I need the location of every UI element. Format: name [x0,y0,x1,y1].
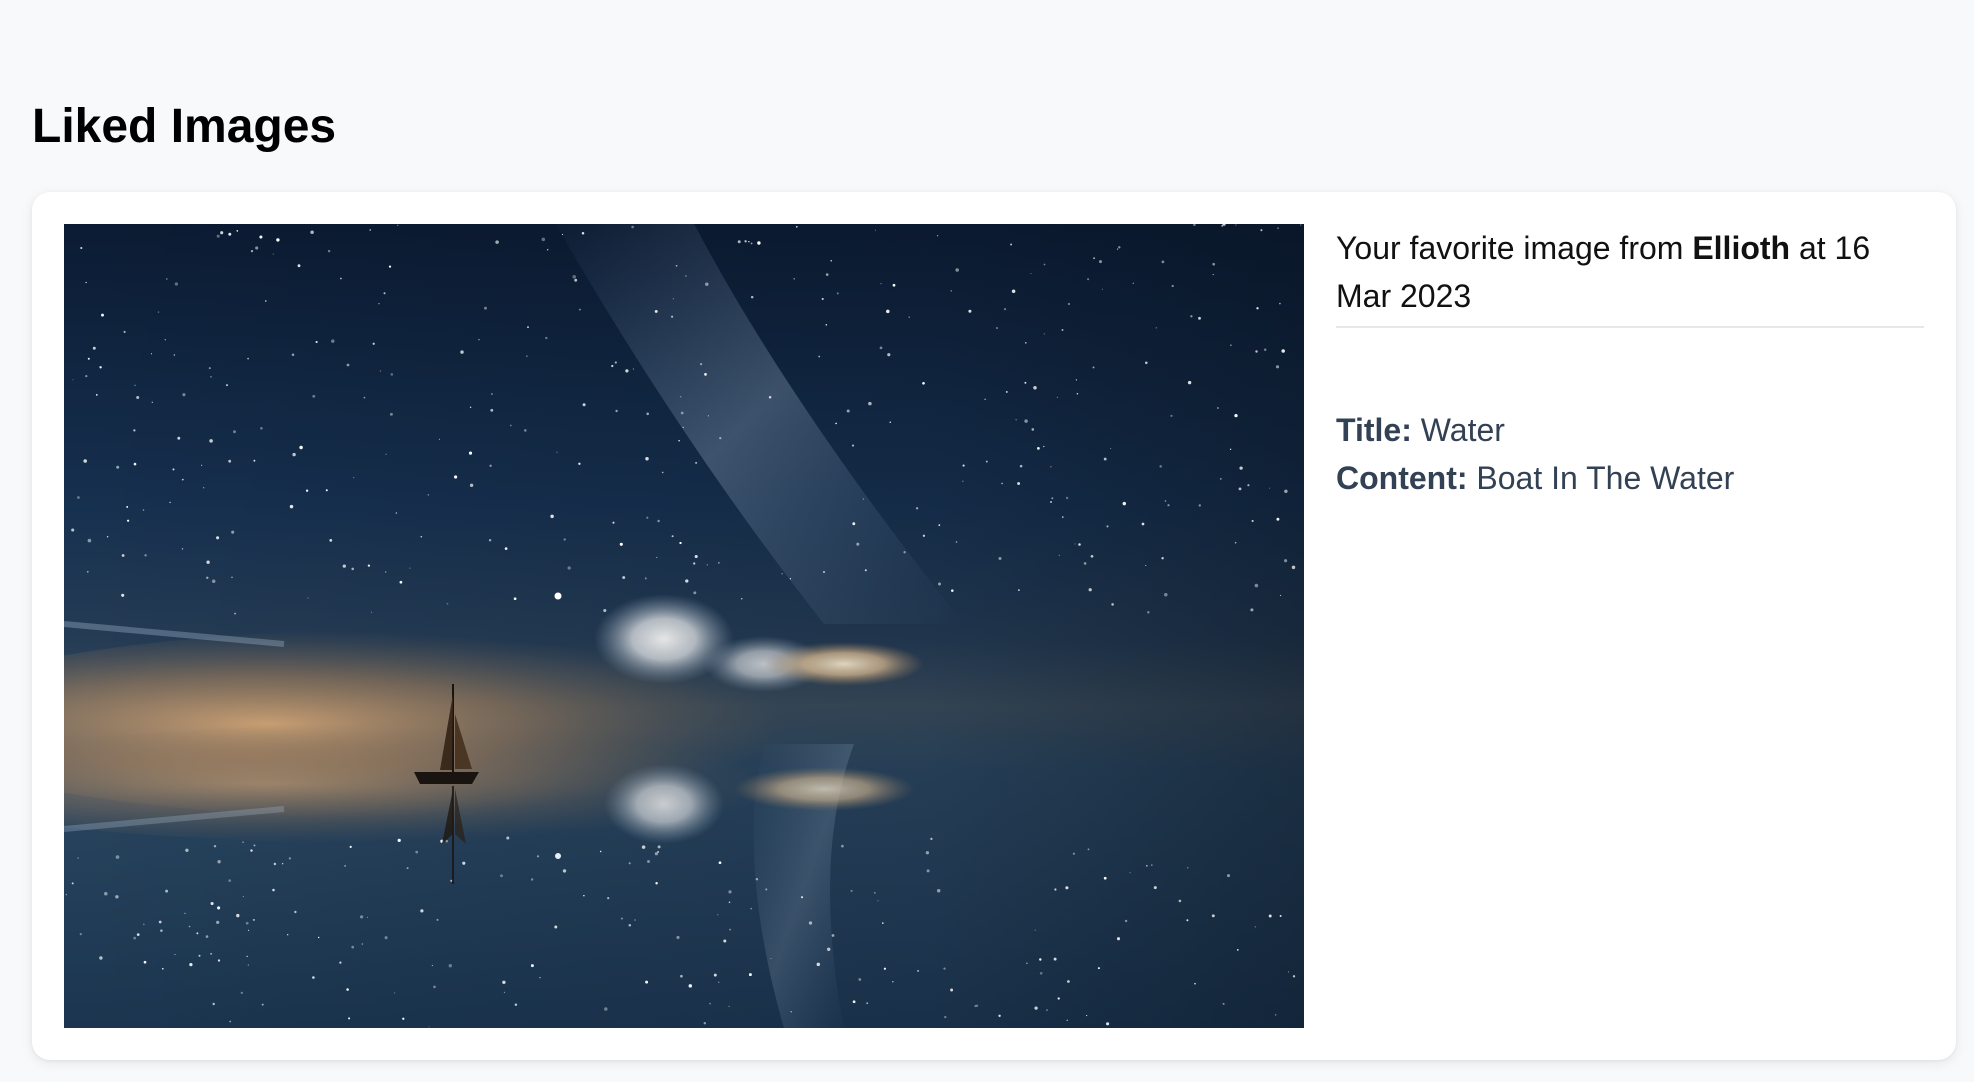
content-row: Content: Boat In The Water [1336,454,1924,502]
page-title: Liked Images [32,100,337,153]
favorite-caption: Your favorite image from Ellioth at 16 M… [1336,224,1924,328]
favorite-prefix: Your favorite image from [1336,230,1684,266]
image-meta: Title: Water Content: Boat In The Water [1336,406,1924,502]
liked-image[interactable] [64,224,1304,1028]
date-prefix: at [1798,230,1826,266]
image-info: Your favorite image from Ellioth at 16 M… [1336,224,1924,502]
liked-images-page: Liked Images Your favorite image from El… [0,0,1974,1082]
title-label: Title: [1336,412,1412,448]
title-row: Title: Water [1336,406,1924,454]
title-value: Water [1420,412,1505,448]
liked-image-card: Your favorite image from Ellioth at 16 M… [32,192,1956,1060]
author-name: Ellioth [1692,230,1791,266]
content-value: Boat In The Water [1476,460,1735,496]
content-label: Content: [1336,460,1468,496]
